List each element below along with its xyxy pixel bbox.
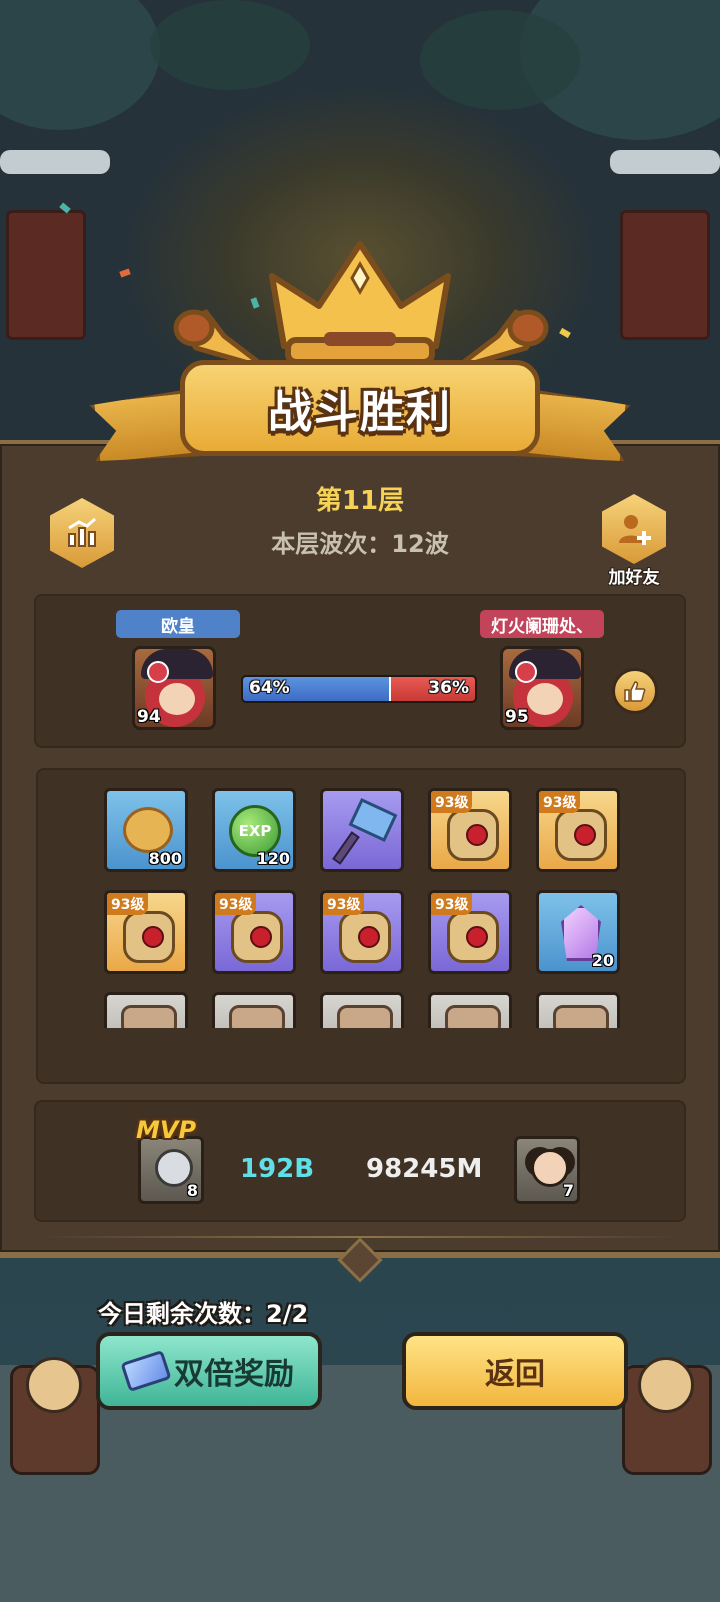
- item-level-badge: 93级: [323, 893, 365, 915]
- confetti: [119, 268, 131, 278]
- gauntlet-icon: [447, 809, 499, 861]
- double-reward-label: 双倍奖励: [174, 1357, 294, 1392]
- hero-figure: [26, 1357, 82, 1413]
- reward-item[interactable]: 93级: [536, 788, 620, 872]
- snow-patch: [610, 150, 720, 174]
- right-share-fill: 36%: [391, 677, 475, 701]
- reward-item[interactable]: [320, 788, 404, 872]
- reward-item[interactable]: 800: [104, 788, 188, 872]
- right-percent: 36%: [428, 678, 469, 698]
- damage-share-bar: 64% 36%: [241, 675, 477, 703]
- left-percent: 64%: [249, 678, 290, 698]
- cat-helmet-icon: [337, 1005, 393, 1028]
- chest-armor-icon: [555, 809, 607, 861]
- left-damage-value: 192B: [240, 1154, 315, 1184]
- reward-item[interactable]: 93级: [428, 788, 512, 872]
- snow-patch: [0, 150, 110, 174]
- confetti: [559, 327, 571, 339]
- item-level-badge: 93级: [431, 893, 473, 915]
- double-reward-button[interactable]: 双倍奖励: [96, 1332, 322, 1410]
- item-count: 20: [591, 951, 614, 970]
- hammer-handle: [332, 831, 360, 865]
- reward-item[interactable]: [428, 992, 512, 1028]
- left-share-fill: 64%: [243, 677, 392, 701]
- return-label: 返回: [485, 1357, 545, 1392]
- right-damage-value: 98245M: [366, 1154, 483, 1184]
- reward-item[interactable]: [320, 992, 404, 1028]
- foliage: [0, 0, 160, 130]
- cat-helmet-icon: [229, 1005, 285, 1028]
- reward-item[interactable]: 93级: [212, 890, 296, 974]
- thumbs-up-icon: [624, 681, 646, 702]
- boots-icon: [231, 911, 283, 963]
- reward-item[interactable]: 93级: [428, 890, 512, 974]
- reward-item[interactable]: 20: [536, 890, 620, 974]
- crown-icon: [269, 241, 451, 365]
- mvp-box: [34, 1100, 686, 1222]
- opponent-hero-level: 7: [562, 1181, 574, 1200]
- item-level-badge: 93级: [539, 791, 581, 813]
- reward-item[interactable]: [212, 992, 296, 1028]
- victory-banner: 战斗胜利: [180, 360, 540, 456]
- gold-coin-icon: [123, 807, 173, 853]
- item-count: 800: [148, 849, 182, 868]
- left-player-avatar[interactable]: 94: [132, 646, 216, 730]
- wooden-post: [620, 210, 710, 340]
- foliage: [420, 10, 580, 110]
- item-level-badge: 93级: [107, 893, 149, 915]
- mvp-hero-avatar[interactable]: 8: [138, 1136, 204, 1204]
- left-player-name: 欧皇: [116, 610, 240, 638]
- mvp-hero-level: 8: [186, 1181, 198, 1200]
- add-friend-icon: [619, 515, 651, 545]
- item-count: 120: [256, 849, 290, 868]
- opponent-mvp-avatar[interactable]: 7: [514, 1136, 580, 1204]
- right-player-level: 95: [505, 707, 529, 727]
- reward-item[interactable]: [536, 992, 620, 1028]
- add-friend-label: 加好友: [608, 568, 660, 588]
- reward-item[interactable]: EXP 120: [212, 788, 296, 872]
- reward-item[interactable]: 93级: [320, 890, 404, 974]
- item-level-badge: 93级: [431, 791, 473, 813]
- return-button[interactable]: 返回: [402, 1332, 628, 1410]
- wooden-post: [6, 210, 86, 340]
- reward-item[interactable]: [104, 992, 188, 1028]
- rewards-grid: 800 EXP 120 93级 93级 93级 93级 93级 93级 20: [104, 788, 624, 1028]
- hero-figure: [638, 1357, 694, 1413]
- helmet-icon: [339, 911, 391, 963]
- left-player-level: 94: [137, 707, 161, 727]
- cat-helmet-icon: [121, 1005, 177, 1028]
- right-player-avatar[interactable]: 95: [500, 646, 584, 730]
- victory-title: 战斗胜利: [268, 387, 452, 438]
- reward-item[interactable]: 93级: [104, 890, 188, 974]
- cat-helmet-icon: [553, 1005, 609, 1028]
- bar-chart-icon: [68, 517, 96, 547]
- cat-helmet-icon: [445, 1005, 501, 1028]
- gauntlet-icon: [447, 911, 499, 963]
- item-level-badge: 93级: [215, 893, 257, 915]
- foliage: [150, 0, 310, 90]
- right-player-name: 灯火阑珊处、: [480, 610, 604, 638]
- like-button[interactable]: [612, 668, 658, 714]
- mvp-badge: MVP: [136, 1116, 197, 1144]
- amulet-icon: [123, 911, 175, 963]
- remaining-attempts: 今日剩余次数：2/2: [98, 1300, 309, 1328]
- ticket-icon: [120, 1349, 172, 1393]
